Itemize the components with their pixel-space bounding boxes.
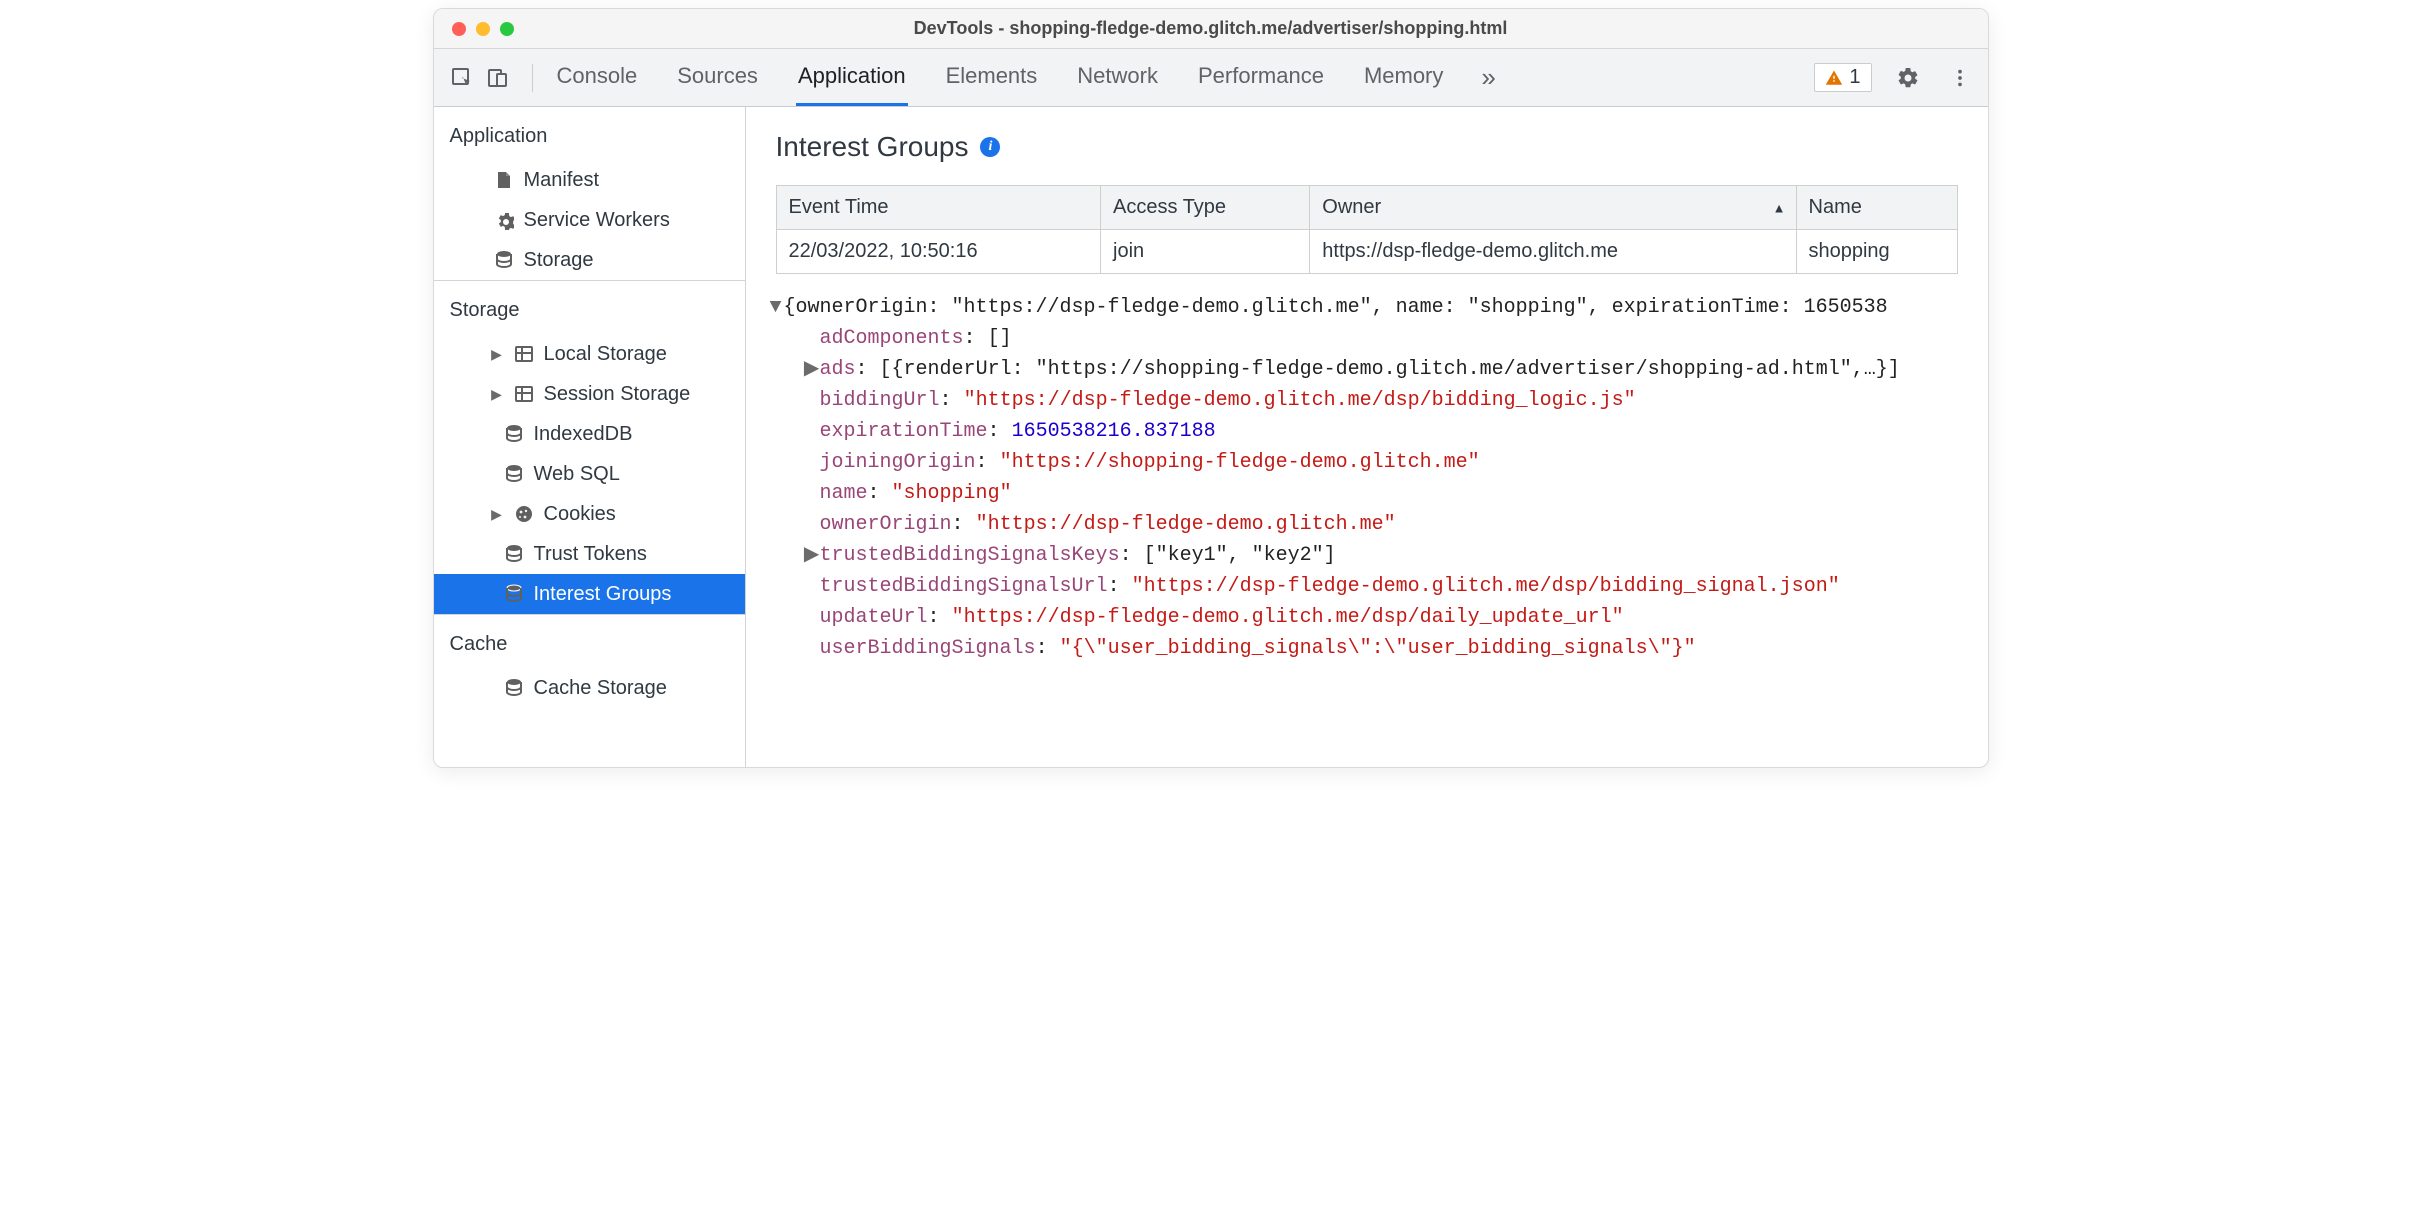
tab-network[interactable]: Network	[1075, 49, 1160, 106]
col-name[interactable]: Name	[1796, 186, 1957, 230]
sidebar-item-local-storage[interactable]: ▶ Local Storage	[434, 334, 745, 374]
settings-gear-icon[interactable]	[1892, 62, 1924, 94]
sidebar-item-cookies[interactable]: ▶ Cookies	[434, 494, 745, 534]
titlebar: DevTools - shopping-fledge-demo.glitch.m…	[434, 9, 1988, 49]
db-icon	[494, 250, 514, 270]
db-icon	[504, 584, 524, 604]
sidebar-item-service-workers[interactable]: Service Workers	[434, 200, 745, 240]
file-icon	[494, 170, 514, 190]
table-cell: 22/03/2022, 10:50:16	[776, 230, 1101, 274]
db-icon	[504, 424, 524, 444]
table-cell: https://dsp-fledge-demo.glitch.me	[1310, 230, 1796, 274]
application-sidebar: Application Manifest Service Workers Stora…	[434, 107, 746, 767]
sidebar-item-label: Manifest	[524, 169, 600, 192]
divider	[532, 64, 533, 92]
devtools-toolbar: Console Sources Application Elements Net…	[434, 49, 1988, 107]
issues-badge[interactable]: 1	[1814, 63, 1871, 92]
sidebar-item-label: Service Workers	[524, 209, 670, 232]
sidebar-item-label: Local Storage	[544, 343, 667, 366]
sidebar-item-label: Storage	[524, 249, 594, 272]
sidebar-item-label: Session Storage	[544, 383, 691, 406]
table-cell: shopping	[1796, 230, 1957, 274]
tab-memory[interactable]: Memory	[1362, 49, 1445, 106]
section-storage: Storage	[434, 281, 745, 334]
grid-icon	[514, 344, 534, 364]
tab-application[interactable]: Application	[796, 49, 908, 106]
sidebar-item-label: Trust Tokens	[534, 543, 647, 566]
sidebar-item-storage-app[interactable]: Storage	[434, 240, 745, 280]
cookie-icon	[514, 504, 534, 524]
detail-json[interactable]: ▼{ownerOrigin: "https://dsp-fledge-demo.…	[746, 274, 1988, 674]
sidebar-item-label: Web SQL	[534, 463, 620, 486]
main-panel: Interest Groups i Event TimeAccess TypeO…	[746, 107, 1988, 767]
issues-count: 1	[1849, 66, 1860, 89]
db-icon	[504, 464, 524, 484]
panel-tabs: Console Sources Application Elements Net…	[551, 49, 1811, 106]
db-icon	[504, 678, 524, 698]
tab-performance[interactable]: Performance	[1196, 49, 1326, 106]
sidebar-item-trust-tokens[interactable]: Trust Tokens	[434, 534, 745, 574]
expand-caret-icon[interactable]: ▶	[490, 386, 504, 403]
sidebar-item-interest-groups[interactable]: Interest Groups	[434, 574, 745, 614]
info-icon[interactable]: i	[980, 137, 1000, 157]
section-cache: Cache	[434, 615, 745, 668]
sidebar-item-manifest[interactable]: Manifest	[434, 160, 745, 200]
devtools-window: DevTools - shopping-fledge-demo.glitch.m…	[433, 8, 1989, 768]
sidebar-item-cache-storage[interactable]: Cache Storage	[434, 668, 745, 708]
window-title: DevTools - shopping-fledge-demo.glitch.m…	[434, 18, 1988, 39]
more-tabs-icon[interactable]: »	[1481, 49, 1495, 106]
panel-title-text: Interest Groups	[776, 131, 969, 163]
table-row[interactable]: 22/03/2022, 10:50:16joinhttps://dsp-fled…	[776, 230, 1957, 274]
sidebar-item-label: IndexedDB	[534, 423, 633, 446]
sidebar-item-label: Cache Storage	[534, 677, 667, 700]
section-application: Application	[434, 107, 745, 160]
events-table: Event TimeAccess TypeOwner▲Name 22/03/20…	[776, 185, 1958, 274]
expand-caret-icon[interactable]: ▶	[490, 346, 504, 363]
col-event-time[interactable]: Event Time	[776, 186, 1101, 230]
sidebar-item-websql[interactable]: Web SQL	[434, 454, 745, 494]
sidebar-item-session-storage[interactable]: ▶ Session Storage	[434, 374, 745, 414]
tab-sources[interactable]: Sources	[675, 49, 760, 106]
col-access-type[interactable]: Access Type	[1101, 186, 1310, 230]
inspect-element-icon[interactable]	[446, 62, 478, 94]
col-owner[interactable]: Owner▲	[1310, 186, 1796, 230]
gear-icon	[494, 210, 514, 230]
tab-elements[interactable]: Elements	[944, 49, 1040, 106]
panel-title: Interest Groups i	[746, 107, 1988, 177]
tab-console[interactable]: Console	[555, 49, 640, 106]
expand-caret-icon[interactable]: ▶	[490, 506, 504, 523]
sidebar-item-indexeddb[interactable]: IndexedDB	[434, 414, 745, 454]
sidebar-item-label: Cookies	[544, 503, 616, 526]
grid-icon	[514, 384, 534, 404]
device-toolbar-icon[interactable]	[482, 62, 514, 94]
kebab-menu-icon[interactable]	[1944, 62, 1976, 94]
sidebar-item-label: Interest Groups	[534, 583, 672, 606]
table-cell: join	[1101, 230, 1310, 274]
warning-icon	[1825, 69, 1843, 87]
db-icon	[504, 544, 524, 564]
sort-arrow-icon: ▲	[1773, 200, 1786, 215]
